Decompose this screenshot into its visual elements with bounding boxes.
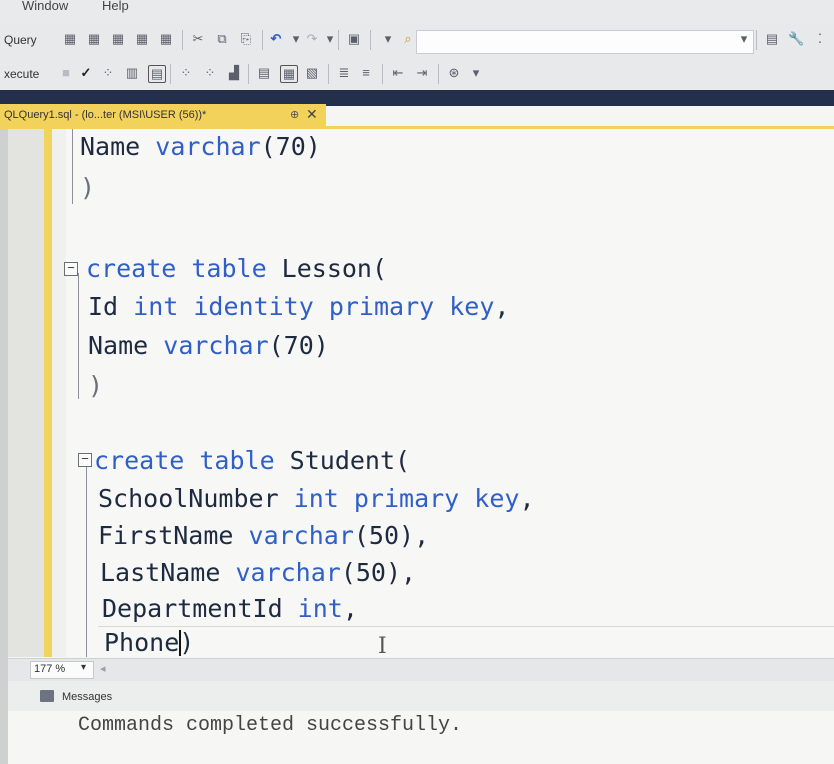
display-plan-icon[interactable]: ⁘ <box>100 65 116 81</box>
xmla-query-icon[interactable]: ▦ <box>134 31 150 47</box>
collapse-icon[interactable]: − <box>78 452 92 467</box>
close-tab-icon[interactable]: ✕ <box>306 106 318 123</box>
increase-indent-icon[interactable]: ⇥ <box>414 65 430 81</box>
results-file-icon[interactable]: ▧ <box>304 65 320 81</box>
window-left-edge <box>0 129 8 764</box>
outline-bracket <box>86 467 87 657</box>
include-plan-icon[interactable]: ⁘ <box>178 65 194 81</box>
pin-icon[interactable]: ⊕ <box>290 108 299 121</box>
outline-bracket <box>72 129 73 204</box>
zoom-value: 177 % <box>34 663 66 675</box>
code-line: Id int identity primary key, <box>88 292 510 321</box>
comment-icon[interactable]: ≣ <box>336 65 352 81</box>
cut-icon[interactable]: ✂ <box>190 31 206 47</box>
tab-sqlquery1[interactable]: QLQuery1.sql - (lo...ter (MSI\USER (56))… <box>0 104 326 128</box>
find-combo[interactable] <box>416 30 754 54</box>
toolbar-separator <box>170 64 171 84</box>
outline-bracket <box>78 273 79 399</box>
scroll-left-icon[interactable]: ◂ <box>100 662 106 675</box>
db-query-icon[interactable]: ▦ <box>62 31 78 47</box>
results-pane-tabs: Messages <box>0 681 834 711</box>
text-caret <box>179 630 181 656</box>
uncomment-icon[interactable]: ≡ <box>358 65 374 81</box>
toolbar-separator <box>370 30 371 50</box>
code-line: ) <box>80 173 96 202</box>
undo-icon[interactable]: ↶ <box>268 31 284 47</box>
mouse-ibeam-cursor: I <box>378 634 387 659</box>
code-line: ) <box>88 371 104 400</box>
outlining-margin <box>52 129 66 657</box>
redo-icon[interactable]: ↷ <box>304 31 320 47</box>
toolbar-separator <box>338 30 339 50</box>
chevron-down-icon: ▾ <box>81 662 87 673</box>
query-designer-icon[interactable]: ▥ <box>124 65 140 81</box>
zoom-dropdown[interactable]: 177 % ▾ <box>30 661 94 679</box>
code-line: Name varchar(70) <box>80 132 321 161</box>
toolbar-overflow-icon[interactable]: ⁚ <box>812 31 828 47</box>
toolbar-separator <box>438 64 439 84</box>
toolbar-separator <box>248 64 249 84</box>
execute-button[interactable]: xecute <box>4 67 39 81</box>
ssms-window: Window Help Query ▦ ▦ ▦ ▦ ▦ ✂ ⧉ ⎘ ↶ ▾ ↷ … <box>0 0 834 764</box>
code-line: Name varchar(70) <box>88 331 329 360</box>
current-line-highlight <box>98 626 834 662</box>
code-line: create table Student( <box>94 446 411 475</box>
code-line: FirstName varchar(50), <box>98 521 430 550</box>
wrench-icon[interactable]: 🔧 <box>788 31 804 47</box>
dax-query-icon[interactable]: ▦ <box>158 31 174 47</box>
menu-bar: Window Help <box>0 0 834 24</box>
copy-icon[interactable]: ⧉ <box>214 31 230 47</box>
messages-pane: Commands completed successfully. <box>0 711 834 764</box>
editor-status-strip: 177 % ▾ ◂ <box>0 658 834 681</box>
sql-editor-toolbar: xecute ■ ✓ ⁘ ▥ ▤ ⁘ ⁘ ▟ ▤ ▦ ▧ ≣ ≡ ⇤ ⇥ ⊛ ▾ <box>0 58 834 91</box>
toolbar-separator <box>756 30 757 50</box>
properties-icon[interactable]: ▤ <box>764 31 780 47</box>
toolbar-separator <box>328 64 329 84</box>
menu-window[interactable]: Window <box>22 0 68 13</box>
activity-monitor-icon[interactable]: ▣ <box>346 31 362 47</box>
live-stats-icon[interactable]: ⁘ <box>202 65 218 81</box>
messages-icon <box>40 690 54 702</box>
code-line: LastName varchar(50), <box>100 558 417 587</box>
find-icon[interactable]: ⌕ <box>400 31 416 47</box>
find-dropdown-icon[interactable]: ▾ <box>736 31 752 47</box>
dmx-query-icon[interactable]: ▦ <box>110 31 126 47</box>
parse-check-icon[interactable]: ✓ <box>78 65 94 81</box>
query-editor[interactable]: − − Name varchar(70) ) create table Less… <box>0 129 834 662</box>
menu-help[interactable]: Help <box>102 0 129 13</box>
stop-icon[interactable]: ■ <box>58 65 74 81</box>
collapse-icon[interactable]: − <box>64 261 78 276</box>
change-tracking-bar <box>44 129 52 657</box>
messages-text: Commands completed successfully. <box>78 714 463 737</box>
tab-title: QLQuery1.sql - (lo...ter (MSI\USER (56))… <box>4 109 207 121</box>
code-line: DepartmentId int, <box>102 594 358 623</box>
new-query-button[interactable]: Query <box>4 33 37 47</box>
client-stats-icon[interactable]: ▟ <box>226 65 242 81</box>
toolbar-overflow-icon[interactable]: ▾ <box>468 65 484 81</box>
toolbar-separator <box>382 64 383 84</box>
standard-toolbar: Query ▦ ▦ ▦ ▦ ▦ ✂ ⧉ ⎘ ↶ ▾ ↷ ▾ ▣ ▾ ⌕ ▾ ▤ … <box>0 24 834 59</box>
solution-config-dropdown-icon[interactable]: ▾ <box>380 31 396 47</box>
specify-values-icon[interactable]: ⊛ <box>446 65 462 81</box>
mdx-query-icon[interactable]: ▦ <box>86 31 102 47</box>
code-line: SchoolNumber int primary key, <box>98 484 535 513</box>
redo-dropdown-icon[interactable]: ▾ <box>322 31 338 47</box>
tab-messages[interactable]: Messages <box>62 691 112 703</box>
toolbar-separator <box>262 30 263 50</box>
undo-dropdown-icon[interactable]: ▾ <box>288 31 304 47</box>
decrease-indent-icon[interactable]: ⇤ <box>390 65 406 81</box>
toolbar-separator <box>182 30 183 50</box>
intellisense-icon[interactable]: ▤ <box>148 65 166 83</box>
results-grid-icon[interactable]: ▦ <box>280 65 298 83</box>
results-text-icon[interactable]: ▤ <box>256 65 272 81</box>
code-line: create table Lesson( <box>86 254 388 283</box>
paste-icon[interactable]: ⎘ <box>238 31 254 47</box>
